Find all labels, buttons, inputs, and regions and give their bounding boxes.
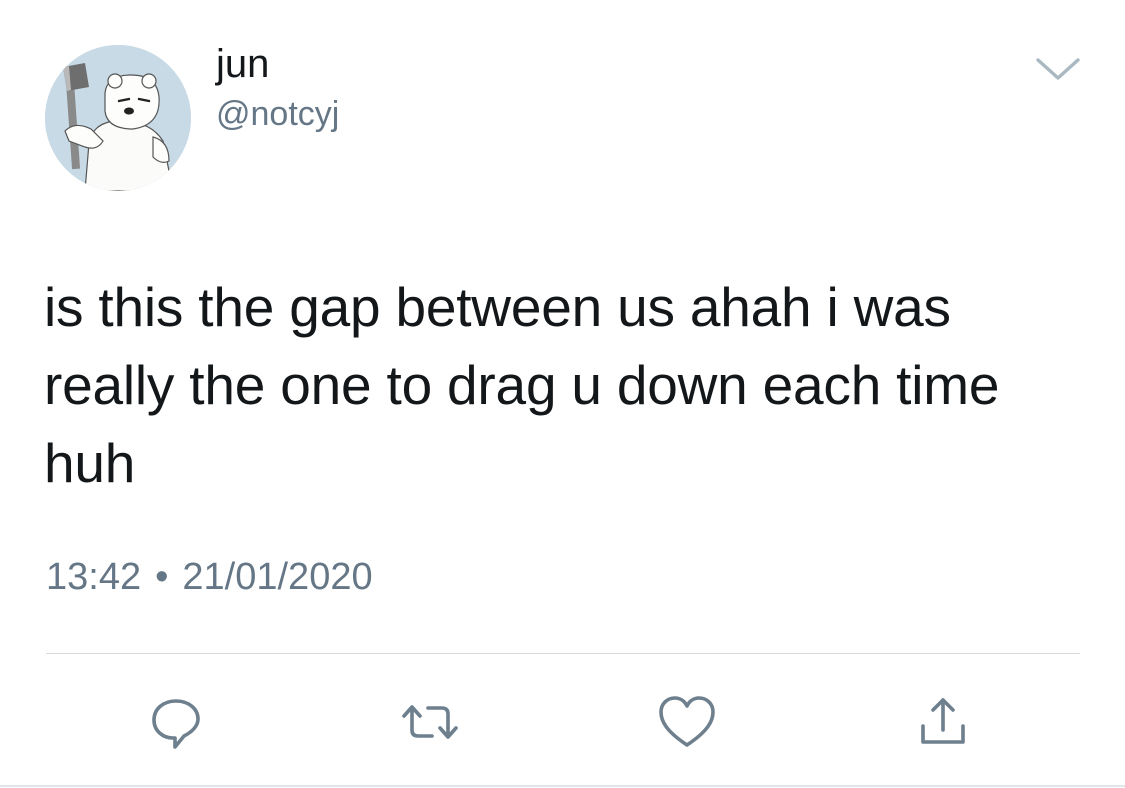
bottom-divider xyxy=(0,785,1125,787)
tweet-card: jun @notcyj is this the gap between us a… xyxy=(0,0,1125,788)
share-icon xyxy=(921,698,965,744)
heart-icon xyxy=(659,696,715,747)
tweet-text: is this the gap between us ahah i was re… xyxy=(44,276,1000,494)
tweet-date: 21/01/2020 xyxy=(182,556,373,598)
retweet-button[interactable] xyxy=(398,690,462,754)
like-button[interactable] xyxy=(655,690,719,754)
display-name[interactable]: jun xyxy=(216,40,269,88)
avatar[interactable] xyxy=(45,45,191,191)
retweet-icon xyxy=(402,705,458,739)
share-button[interactable] xyxy=(911,690,975,754)
tweet-timestamp[interactable]: 13:42 • 21/01/2020 xyxy=(46,553,373,601)
reply-button[interactable] xyxy=(144,690,208,754)
tweet-menu-button[interactable] xyxy=(1030,50,1086,90)
tweet-time: 13:42 xyxy=(46,556,142,598)
reply-icon xyxy=(152,699,200,749)
polar-bear-avatar-image xyxy=(45,45,191,191)
meta-separator: • xyxy=(155,556,169,598)
divider xyxy=(46,653,1080,654)
chevron-down-icon xyxy=(1036,58,1080,80)
user-handle[interactable]: @notcyj xyxy=(216,94,339,134)
